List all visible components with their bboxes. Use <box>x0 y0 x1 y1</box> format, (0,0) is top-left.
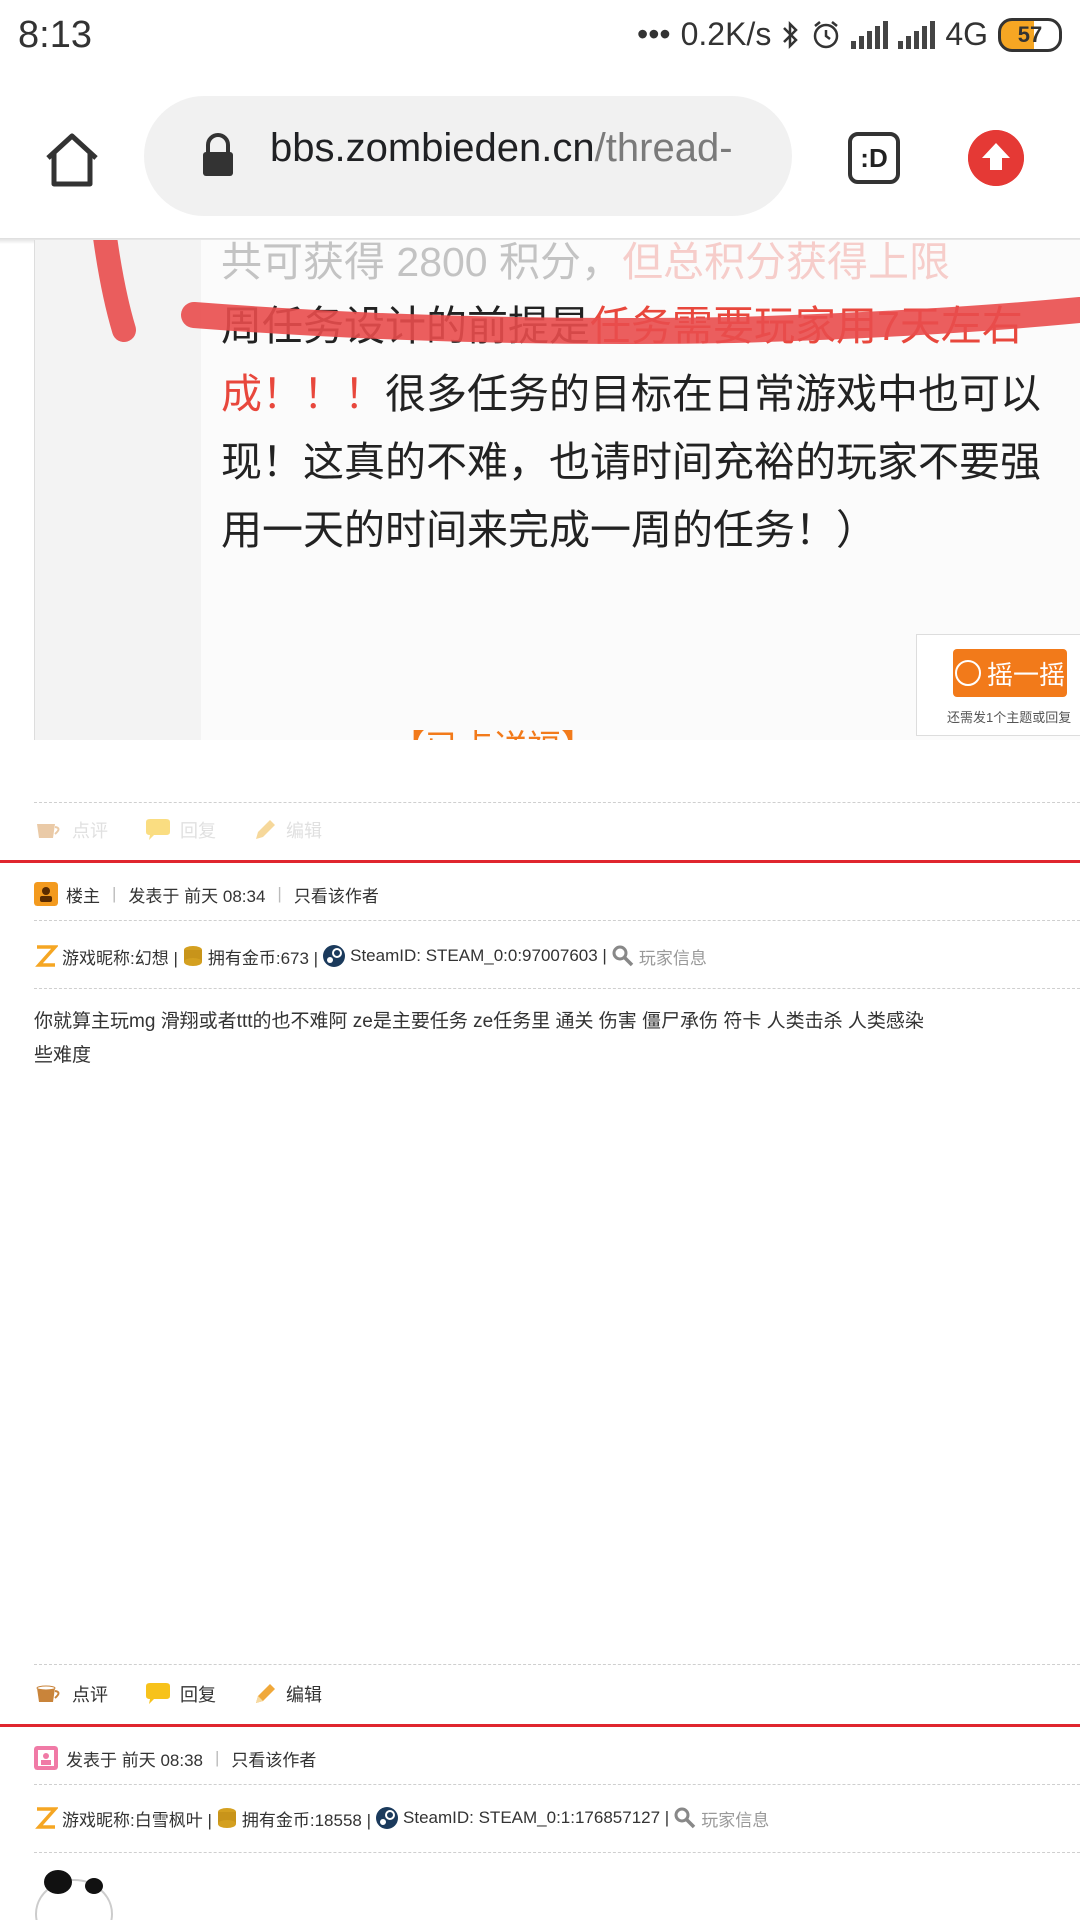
status-indicators: ••• 0.2K/s 4G 57 <box>637 16 1062 53</box>
cup-icon <box>37 824 60 838</box>
bluetooth-icon <box>783 20 799 49</box>
divider <box>34 1664 1080 1665</box>
tabs-button[interactable]: :D <box>848 132 900 184</box>
net-speed: 0.2K/s <box>680 16 772 52</box>
only-author-link[interactable]: 只看该作者 <box>231 1746 316 1771</box>
coin-count: 拥有金币:18558 | <box>241 1810 372 1830</box>
signal-icon-2 <box>898 20 936 49</box>
post-content-line-2: 些难度 <box>34 1045 92 1066</box>
speech-bubble-icon <box>146 1683 170 1704</box>
browser-toolbar: bbs.zombieden.cn/thread- :D <box>0 76 1080 240</box>
steam-icon <box>323 945 346 967</box>
coins-icon <box>217 1808 236 1828</box>
url-text[interactable]: bbs.zombieden.cn/thread- <box>270 126 770 171</box>
more-dots-icon: ••• <box>636 16 671 52</box>
divider <box>34 802 1080 803</box>
owner-label: 楼主 <box>66 886 100 906</box>
separator: | <box>277 884 282 903</box>
player-meta: 游戏昵称:白雪枫叶 | 拥有金币:18558 | SteamID: STEAM_… <box>34 1800 769 1836</box>
signal-icon <box>851 20 889 49</box>
z-logo-icon <box>35 945 58 967</box>
speech-bubble-icon <box>146 819 170 840</box>
reply-label: 回复 <box>180 1685 216 1705</box>
coin-count: 拥有金币:673 | <box>207 948 319 968</box>
status-time: 8:13 <box>18 14 92 56</box>
pencil-icon <box>256 820 275 839</box>
shake-label: 摇一摇 <box>986 659 1065 690</box>
shake-button[interactable]: 摇一摇 <box>953 649 1067 697</box>
search-icon <box>674 1807 696 1829</box>
steam-id: SteamID: STEAM_0:0:97007603 | <box>350 946 607 965</box>
upload-arrow-icon[interactable] <box>968 130 1024 186</box>
nickname: 游戏昵称:白雪枫叶 | <box>62 1810 212 1830</box>
steam-icon <box>376 1807 399 1829</box>
post-header: 发表于 前天 08:38 | 只看该作者 <box>34 1738 316 1778</box>
user-badge-icon <box>34 1746 58 1770</box>
status-bar: 8:13 ••• 0.2K/s 4G 57 <box>0 0 1080 76</box>
comment-action[interactable]: 点评 <box>34 1681 108 1707</box>
post-actions: 点评 回复 编辑 <box>34 1668 1080 1720</box>
z-logo-icon <box>35 1807 58 1829</box>
search-icon <box>612 945 634 967</box>
comment-label: 点评 <box>72 821 108 841</box>
coins-icon <box>183 946 202 966</box>
gift-icon <box>954 660 981 686</box>
post-divider-red <box>0 860 1080 863</box>
owner-badge-icon <box>34 882 58 906</box>
divider <box>34 1852 1080 1853</box>
divider <box>34 988 1080 989</box>
post-time: 发表于 前天 08:34 <box>128 886 266 906</box>
url-domain: bbs.zombieden.cn <box>270 126 595 170</box>
post-time: 发表于 前天 08:38 <box>66 1750 203 1770</box>
reply-action[interactable]: 回复 <box>144 817 216 843</box>
shake-note: 还需发1个主题或回复 <box>947 710 1072 725</box>
divider <box>34 920 1080 921</box>
panda-sticker <box>35 1870 113 1920</box>
separator: | <box>112 884 117 903</box>
steam-id: SteamID: STEAM_0:1:176857127 | <box>403 1808 670 1827</box>
edit-label: 编辑 <box>286 1685 322 1705</box>
cup-icon <box>36 1685 60 1702</box>
lock-icon <box>203 133 233 176</box>
network-type: 4G <box>945 16 988 52</box>
url-path: /thread- <box>594 126 733 170</box>
post-content-line-1: 你就算主玩mg 滑翔或者ttt的也不难阿 ze是主要任务 ze任务里 通关 伤害… <box>34 1011 924 1032</box>
nickname: 游戏昵称:幻想 | <box>62 948 178 968</box>
edit-label: 编辑 <box>286 821 322 841</box>
reply-label: 回复 <box>180 821 216 841</box>
separator: | <box>215 1748 220 1767</box>
home-icon[interactable] <box>40 128 104 192</box>
comment-action[interactable]: 点评 <box>34 817 108 843</box>
shake-widget: 摇一摇 还需发1个主题或回复 <box>916 634 1080 736</box>
alarm-icon <box>814 20 839 48</box>
battery-icon: 57 <box>998 17 1062 52</box>
edit-action[interactable]: 编辑 <box>252 1681 322 1707</box>
post-image[interactable]: 共可获得 2800 积分，但总积分获得上限 周任务设计的前提是任务需要玩家用7天… <box>34 240 1080 740</box>
pencil-icon <box>256 1684 275 1703</box>
divider <box>34 1784 1080 1785</box>
player-info-link[interactable]: 玩家信息 <box>701 1806 769 1831</box>
post-header: 楼主 | 发表于 前天 08:34 | 只看该作者 <box>34 874 379 914</box>
only-author-link[interactable]: 只看该作者 <box>294 882 379 907</box>
post-divider-red <box>0 1724 1080 1727</box>
player-meta: 游戏昵称:幻想 | 拥有金币:673 | SteamID: STEAM_0:0:… <box>34 938 707 974</box>
post-actions: 点评 回复 编辑 <box>34 804 1080 856</box>
address-bar[interactable]: bbs.zombieden.cn/thread- <box>144 96 792 216</box>
comment-label: 点评 <box>72 1685 108 1705</box>
edit-action[interactable]: 编辑 <box>252 817 322 843</box>
post-content: 你就算主玩mg 滑翔或者ttt的也不难阿 ze是主要任务 ze任务里 通关 伤害… <box>34 1005 1080 1073</box>
reply-action[interactable]: 回复 <box>144 1681 216 1707</box>
player-info-link[interactable]: 玩家信息 <box>639 944 707 969</box>
